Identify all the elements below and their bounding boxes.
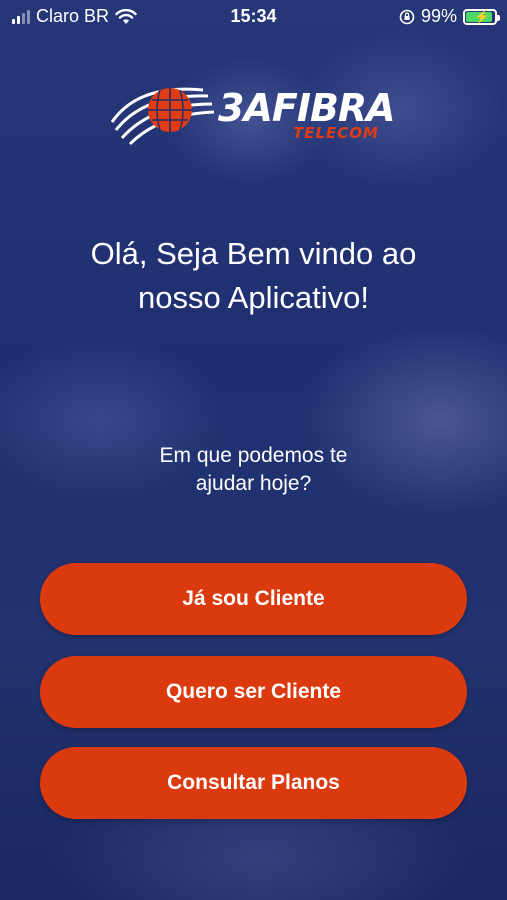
welcome-line-2: nosso Aplicativo! [138, 280, 369, 315]
orientation-lock-icon [399, 9, 415, 24]
existing-client-button[interactable]: Já sou Cliente [40, 563, 467, 635]
battery-icon: ⚡ [463, 8, 500, 25]
question-line-2: ajudar hoje? [195, 472, 312, 495]
view-plans-button[interactable]: Consultar Planos [40, 747, 467, 819]
new-client-button[interactable]: Quero ser Cliente [40, 656, 467, 728]
status-right: 99% ⚡ [399, 6, 500, 27]
battery-percent: 99% [420, 6, 457, 26]
brand-subtitle: TELECOM [293, 124, 379, 142]
welcome-line-1: Olá, Seja Bem vindo ao [90, 236, 417, 271]
brand-logo: 3AFIBRA TELECOM [108, 82, 400, 152]
welcome-heading: Olá, Seja Bem vindo ao nosso Aplicativo! [0, 232, 507, 320]
question-line-1: Em que podemos te [159, 444, 348, 467]
help-question: Em que podemos te ajudar hoje? [0, 442, 507, 498]
globe-logo-icon [110, 87, 215, 146]
status-bar: Claro BR 15:34 99% ⚡ [0, 0, 507, 34]
